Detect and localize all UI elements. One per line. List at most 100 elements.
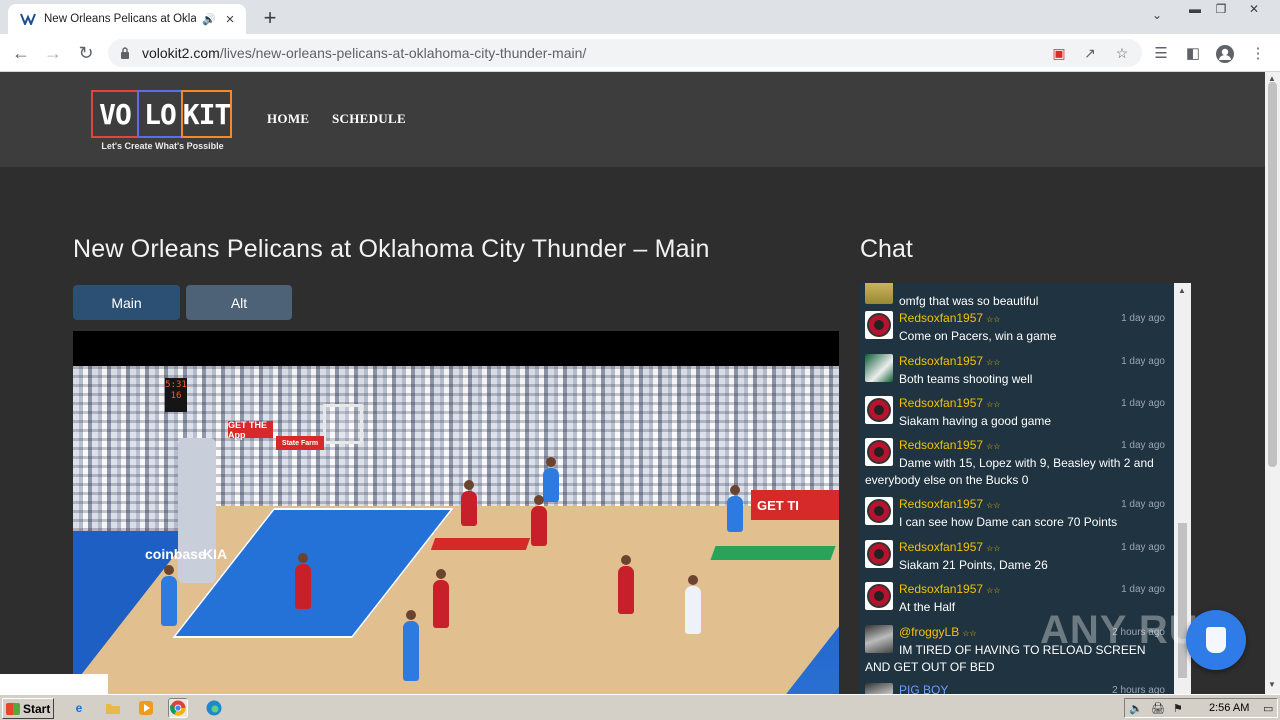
site-header: VO LO KIT Let's Create What's Possible H… bbox=[0, 72, 1265, 167]
player-head bbox=[688, 575, 698, 585]
chat-message-text: Dame with 15, Lopez with 9, Beasley with… bbox=[865, 456, 1154, 487]
tab-search-chevron-icon[interactable]: ⌄ bbox=[1152, 8, 1162, 22]
back-icon[interactable]: ← bbox=[10, 42, 32, 64]
internet-explorer-icon[interactable]: e bbox=[69, 698, 89, 718]
volume-icon[interactable]: 🔈 bbox=[1129, 702, 1143, 715]
file-explorer-icon[interactable] bbox=[103, 698, 123, 718]
user-avatar[interactable] bbox=[865, 582, 893, 610]
address-bar[interactable]: volokit2.com/lives/new-orleans-pelicans-… bbox=[108, 39, 1142, 67]
alt-stream-button[interactable]: Alt bbox=[186, 285, 292, 320]
player-head bbox=[298, 553, 308, 563]
chat-message-text: Siakam 21 Points, Dame 26 bbox=[899, 558, 1048, 572]
user-avatar[interactable] bbox=[865, 396, 893, 424]
network-icon[interactable]: 🖨 bbox=[1151, 702, 1165, 715]
video-player[interactable]: 5:31 16 GET THE App State Farm GET TI co… bbox=[73, 331, 839, 694]
blank-overlay bbox=[0, 674, 108, 694]
restore-button[interactable]: ❐ bbox=[1210, 2, 1232, 16]
player-figure bbox=[543, 468, 559, 502]
rank-stars-icon: ☆☆ bbox=[986, 442, 1001, 451]
chat-scroll-thumb[interactable] bbox=[1178, 523, 1187, 678]
chat-message-text: Come on Pacers, win a game bbox=[899, 329, 1057, 343]
player-figure bbox=[433, 580, 449, 628]
chat-username[interactable]: @froggyLB ☆☆ bbox=[899, 625, 977, 639]
player-figure bbox=[403, 621, 419, 681]
chrome-icon[interactable] bbox=[168, 698, 188, 718]
chat-timestamp: 1 day ago bbox=[1121, 356, 1165, 367]
side-panel-icon[interactable]: ◧ bbox=[1183, 44, 1203, 62]
browser-toolbar: ← → ↻ volokit2.com/lives/new-orleans-pel… bbox=[0, 34, 1280, 72]
floating-action-button[interactable] bbox=[1186, 610, 1246, 670]
page-title: New Orleans Pelicans at Oklahoma City Th… bbox=[73, 235, 710, 263]
user-avatar[interactable] bbox=[865, 497, 893, 525]
nav-home[interactable]: HOME bbox=[267, 111, 309, 127]
player-figure bbox=[618, 566, 634, 614]
rank-stars-icon: ☆☆ bbox=[986, 586, 1001, 595]
ad-coinbase: coinbase bbox=[145, 546, 206, 562]
chat-username[interactable]: Redsoxfan1957 ☆☆ bbox=[899, 540, 1000, 554]
scroll-up-arrow-icon[interactable]: ▲ bbox=[1178, 286, 1186, 295]
user-avatar[interactable] bbox=[865, 283, 893, 304]
player-figure bbox=[295, 564, 311, 609]
chat-username[interactable]: Redsoxfan1957 ☆☆ bbox=[899, 354, 1000, 368]
browser-tab[interactable]: New Orleans Pelicans at Oklahoma City Th… bbox=[8, 4, 246, 34]
chat-timestamp: 1 day ago bbox=[1121, 398, 1165, 409]
show-desktop-icon[interactable]: ▭ bbox=[1263, 702, 1273, 715]
chat-timestamp: 1 day ago bbox=[1121, 542, 1165, 553]
share-icon[interactable]: ↗ bbox=[1082, 45, 1098, 61]
blocked-popup-icon[interactable]: ▣ bbox=[1051, 45, 1067, 61]
rank-stars-icon: ☆☆ bbox=[986, 315, 1001, 324]
player-head bbox=[406, 610, 416, 620]
ad-get-the-app: GET THE App bbox=[228, 420, 273, 440]
ad-state-farm: State Farm bbox=[276, 436, 324, 450]
site-logo[interactable]: VO LO KIT Let's Create What's Possible bbox=[91, 90, 234, 152]
new-tab-button[interactable]: + bbox=[258, 5, 282, 31]
profile-avatar-icon[interactable] bbox=[1215, 44, 1235, 63]
windows-taskbar: Start e 🔈 🖨 ⚑ 2:56 AM ▭ bbox=[0, 694, 1280, 720]
menu-kebab-icon[interactable]: ⋮ bbox=[1248, 44, 1268, 62]
tab-audio-icon[interactable]: 🔊 bbox=[202, 13, 216, 26]
forward-icon[interactable]: → bbox=[42, 42, 64, 64]
media-player-icon[interactable] bbox=[136, 698, 156, 718]
nav-schedule[interactable]: SCHEDULE bbox=[332, 111, 406, 127]
chat-username[interactable]: Redsoxfan1957 ☆☆ bbox=[899, 396, 1000, 410]
chat-username[interactable]: Redsoxfan1957 ☆☆ bbox=[899, 438, 1000, 452]
chat-username[interactable]: Redsoxfan1957 ☆☆ bbox=[899, 497, 1000, 511]
close-window-button[interactable]: ✕ bbox=[1243, 2, 1265, 16]
scroll-down-arrow-icon[interactable]: ▼ bbox=[1268, 680, 1276, 689]
chat-username[interactable]: Redsoxfan1957 ☆☆ bbox=[899, 582, 1000, 596]
logo-tagline: Let's Create What's Possible bbox=[101, 141, 224, 151]
action-center-flag-icon[interactable]: ⚑ bbox=[1173, 702, 1183, 715]
cup-icon bbox=[1206, 627, 1226, 653]
player-head bbox=[464, 480, 474, 490]
player-head bbox=[534, 495, 544, 505]
chat-timestamp: 2 hours ago bbox=[1112, 685, 1165, 694]
logo-box-vo: VO bbox=[91, 90, 139, 138]
user-avatar[interactable] bbox=[865, 311, 893, 339]
page-scroll-thumb[interactable] bbox=[1268, 82, 1277, 467]
bookmark-star-icon[interactable]: ☆ bbox=[1114, 45, 1130, 61]
user-avatar[interactable] bbox=[865, 354, 893, 382]
page-scrollbar[interactable]: ▲ ▼ bbox=[1265, 72, 1280, 694]
player-head bbox=[621, 555, 631, 565]
taskbar-clock[interactable]: 2:56 AM bbox=[1209, 702, 1249, 714]
media-control-icon[interactable]: ☰ bbox=[1151, 44, 1171, 62]
tab-close-icon[interactable]: × bbox=[222, 11, 238, 28]
ad-get-tickets: GET TI bbox=[751, 490, 839, 520]
edge-icon[interactable] bbox=[204, 698, 224, 718]
chat-username[interactable]: Redsoxfan1957 ☆☆ bbox=[899, 311, 1000, 325]
player-figure bbox=[727, 496, 743, 532]
main-stream-button[interactable]: Main bbox=[73, 285, 180, 320]
user-avatar[interactable] bbox=[865, 540, 893, 568]
minimize-button[interactable]: ▬ bbox=[1184, 2, 1206, 16]
start-button[interactable]: Start bbox=[2, 698, 54, 719]
site-favicon-icon bbox=[20, 11, 36, 27]
user-avatar[interactable] bbox=[865, 683, 893, 694]
chat-message-text: I can see how Dame can score 70 Points bbox=[899, 515, 1118, 529]
reload-icon[interactable]: ↻ bbox=[75, 42, 97, 64]
browser-tab-strip: New Orleans Pelicans at Oklahoma City Th… bbox=[0, 0, 1280, 34]
video-frame[interactable]: 5:31 16 GET THE App State Farm GET TI co… bbox=[73, 366, 839, 694]
rank-stars-icon: ☆☆ bbox=[986, 544, 1001, 553]
chat-username[interactable]: PIG BOY bbox=[899, 683, 948, 694]
url-text: volokit2.com/lives/new-orleans-pelicans-… bbox=[142, 45, 587, 61]
system-tray: 🔈 🖨 ⚑ 2:56 AM ▭ bbox=[1124, 698, 1278, 718]
